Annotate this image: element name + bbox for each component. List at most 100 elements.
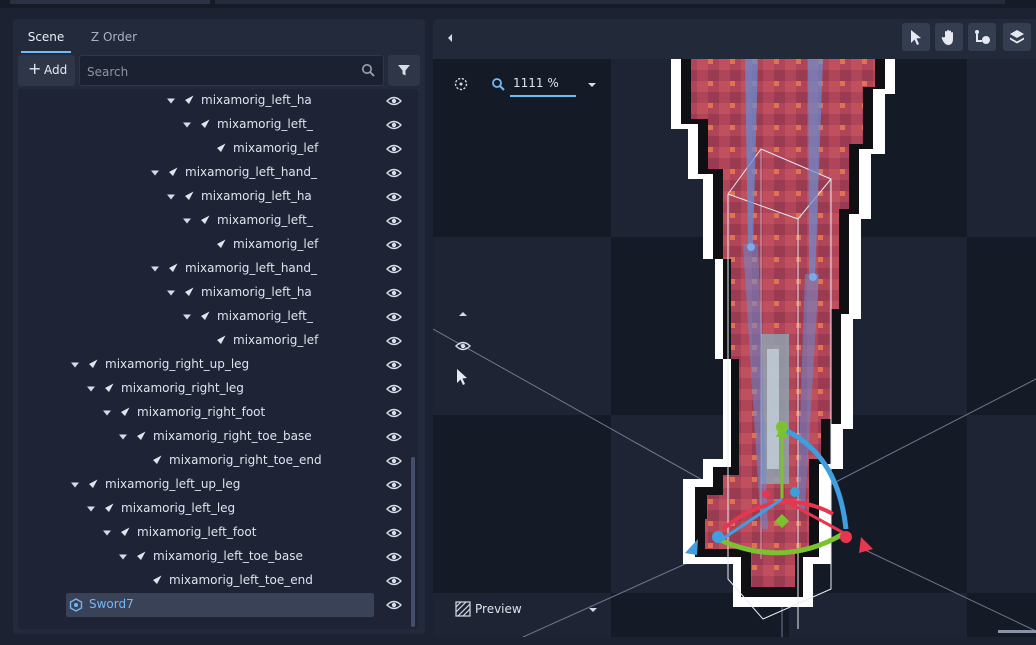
add-node-button[interactable]: + Add [18, 55, 75, 86]
tree-row[interactable]: mixamorig_right_toe_end [18, 449, 408, 473]
tree-scrollbar[interactable] [411, 457, 415, 627]
visibility-eye-icon[interactable] [386, 119, 402, 131]
tree-row[interactable]: mixamorig_right_up_leg [18, 353, 408, 377]
search-field[interactable] [79, 55, 384, 86]
visibility-eye-icon[interactable] [386, 431, 402, 443]
viewport-canvas[interactable]: 1111 % Preview [433, 59, 1036, 637]
zoom-dropdown-icon[interactable] [587, 82, 597, 88]
tree-row-label: mixamorig_left_hand_ [185, 165, 318, 179]
expand-arrow-icon[interactable] [166, 288, 176, 298]
layers-button[interactable] [1003, 23, 1031, 51]
preview-dropdown-icon[interactable] [588, 607, 598, 613]
preview-selector[interactable]: Preview [453, 600, 603, 622]
visibility-eye-icon[interactable] [386, 455, 402, 467]
tree-row[interactable]: mixamorig_left_ [18, 113, 408, 137]
tree-row[interactable]: mixamorig_lef [18, 137, 408, 161]
bone-node-icon [198, 119, 210, 131]
scroll-up-icon[interactable] [458, 310, 468, 318]
visibility-eye-icon[interactable] [386, 599, 402, 611]
tree-row[interactable]: mixamorig_left_ha [18, 185, 408, 209]
expand-arrow-icon[interactable] [118, 432, 128, 442]
tab-z-order[interactable]: Z Order [79, 27, 149, 53]
tab-scene[interactable]: Scene [21, 27, 71, 53]
plus-icon: + [28, 59, 42, 78]
expand-arrow-icon[interactable] [166, 96, 176, 106]
select-arrow-icon [911, 30, 921, 45]
visibility-eye-icon[interactable] [386, 167, 402, 179]
visibility-eye-icon[interactable] [386, 383, 402, 395]
tree-row[interactable]: mixamorig_right_leg [18, 377, 408, 401]
bone-node-icon [150, 575, 162, 587]
visibility-eye-icon[interactable] [386, 575, 402, 587]
tree-row[interactable]: mixamorig_left_toe_base [18, 545, 408, 569]
visibility-eye-icon[interactable] [455, 340, 471, 352]
tree-row[interactable]: mixamorig_right_foot [18, 401, 408, 425]
visibility-eye-icon[interactable] [386, 239, 402, 251]
viewport-panel: 1111 % Preview [433, 19, 1036, 637]
visibility-eye-icon[interactable] [386, 359, 402, 371]
visibility-eye-icon[interactable] [386, 215, 402, 227]
visibility-eye-icon[interactable] [386, 143, 402, 155]
expand-arrow-icon[interactable] [166, 192, 176, 202]
expand-arrow-icon[interactable] [150, 264, 160, 274]
expand-arrow-icon[interactable] [70, 480, 80, 490]
visibility-eye-icon[interactable] [386, 263, 402, 275]
expand-arrow-icon[interactable] [150, 168, 160, 178]
scene-render [433, 59, 1036, 637]
viewport-hscrollbar[interactable] [998, 630, 1036, 633]
expand-arrow-icon[interactable] [182, 216, 192, 226]
visibility-eye-icon[interactable] [386, 407, 402, 419]
expand-arrow-icon[interactable] [86, 384, 96, 394]
bone-node-icon [214, 335, 226, 347]
collapse-left-icon[interactable] [445, 31, 455, 45]
bone-node-icon [182, 191, 194, 203]
expand-arrow-icon[interactable] [118, 552, 128, 562]
tree-row[interactable]: mixamorig_left_ha [18, 281, 408, 305]
visibility-eye-icon[interactable] [386, 527, 402, 539]
expand-arrow-icon[interactable] [102, 408, 112, 418]
pan-tool-button[interactable] [935, 23, 963, 51]
visibility-eye-icon[interactable] [386, 287, 402, 299]
tree-row-label: mixamorig_left_foot [137, 525, 257, 539]
search-input[interactable] [85, 61, 359, 83]
expand-arrow-icon[interactable] [70, 360, 80, 370]
select-tool-button[interactable] [902, 23, 930, 51]
visibility-eye-icon[interactable] [386, 191, 402, 203]
bone-tool-button[interactable] [968, 23, 996, 51]
bone-node-icon [182, 95, 194, 107]
expand-arrow-icon[interactable] [182, 312, 192, 322]
visibility-eye-icon[interactable] [386, 335, 402, 347]
visibility-eye-icon[interactable] [386, 503, 402, 515]
tree-row-label: mixamorig_left_hand_ [185, 261, 318, 275]
tree-row[interactable]: mixamorig_left_hand_ [18, 257, 408, 281]
filter-button[interactable] [388, 55, 420, 86]
tree-row[interactable]: mixamorig_left_ [18, 209, 408, 233]
expand-arrow-icon[interactable] [182, 120, 192, 130]
preview-texture-icon [455, 601, 471, 617]
tree-row-label: mixamorig_left_up_leg [105, 477, 241, 491]
tree-row-label: mixamorig_lef [233, 141, 319, 155]
visibility-eye-icon[interactable] [386, 479, 402, 491]
expand-arrow-icon[interactable] [86, 504, 96, 514]
tree-row[interactable]: mixamorig_right_toe_base [18, 425, 408, 449]
tree-row[interactable]: mixamorig_left_ha [18, 89, 408, 113]
tree-row[interactable]: mixamorig_left_leg [18, 497, 408, 521]
bone-node-icon [214, 239, 226, 251]
tree-row[interactable]: mixamorig_lef [18, 329, 408, 353]
visibility-eye-icon[interactable] [386, 95, 402, 107]
tree-row[interactable]: mixamorig_left_ [18, 305, 408, 329]
expand-arrow-icon[interactable] [102, 528, 112, 538]
zoom-control[interactable]: 1111 % [488, 72, 608, 100]
tree-row[interactable]: mixamorig_lef [18, 233, 408, 257]
tree-row[interactable]: mixamorig_left_up_leg [18, 473, 408, 497]
visibility-eye-icon[interactable] [386, 311, 402, 323]
tree-row[interactable]: mixamorig_left_hand_ [18, 161, 408, 185]
scene-panel: Scene Z Order + Add mixamorig_left_hamix… [13, 19, 425, 634]
tree-row[interactable]: mixamorig_left_toe_end [18, 569, 408, 593]
center-view-icon[interactable] [453, 76, 469, 92]
tree-row-label: mixamorig_left_ha [201, 93, 312, 107]
visibility-eye-icon[interactable] [386, 551, 402, 563]
tree-row-selected[interactable]: Sword7 [18, 593, 408, 617]
cursor-icon[interactable] [455, 368, 469, 386]
tree-row[interactable]: mixamorig_left_foot [18, 521, 408, 545]
